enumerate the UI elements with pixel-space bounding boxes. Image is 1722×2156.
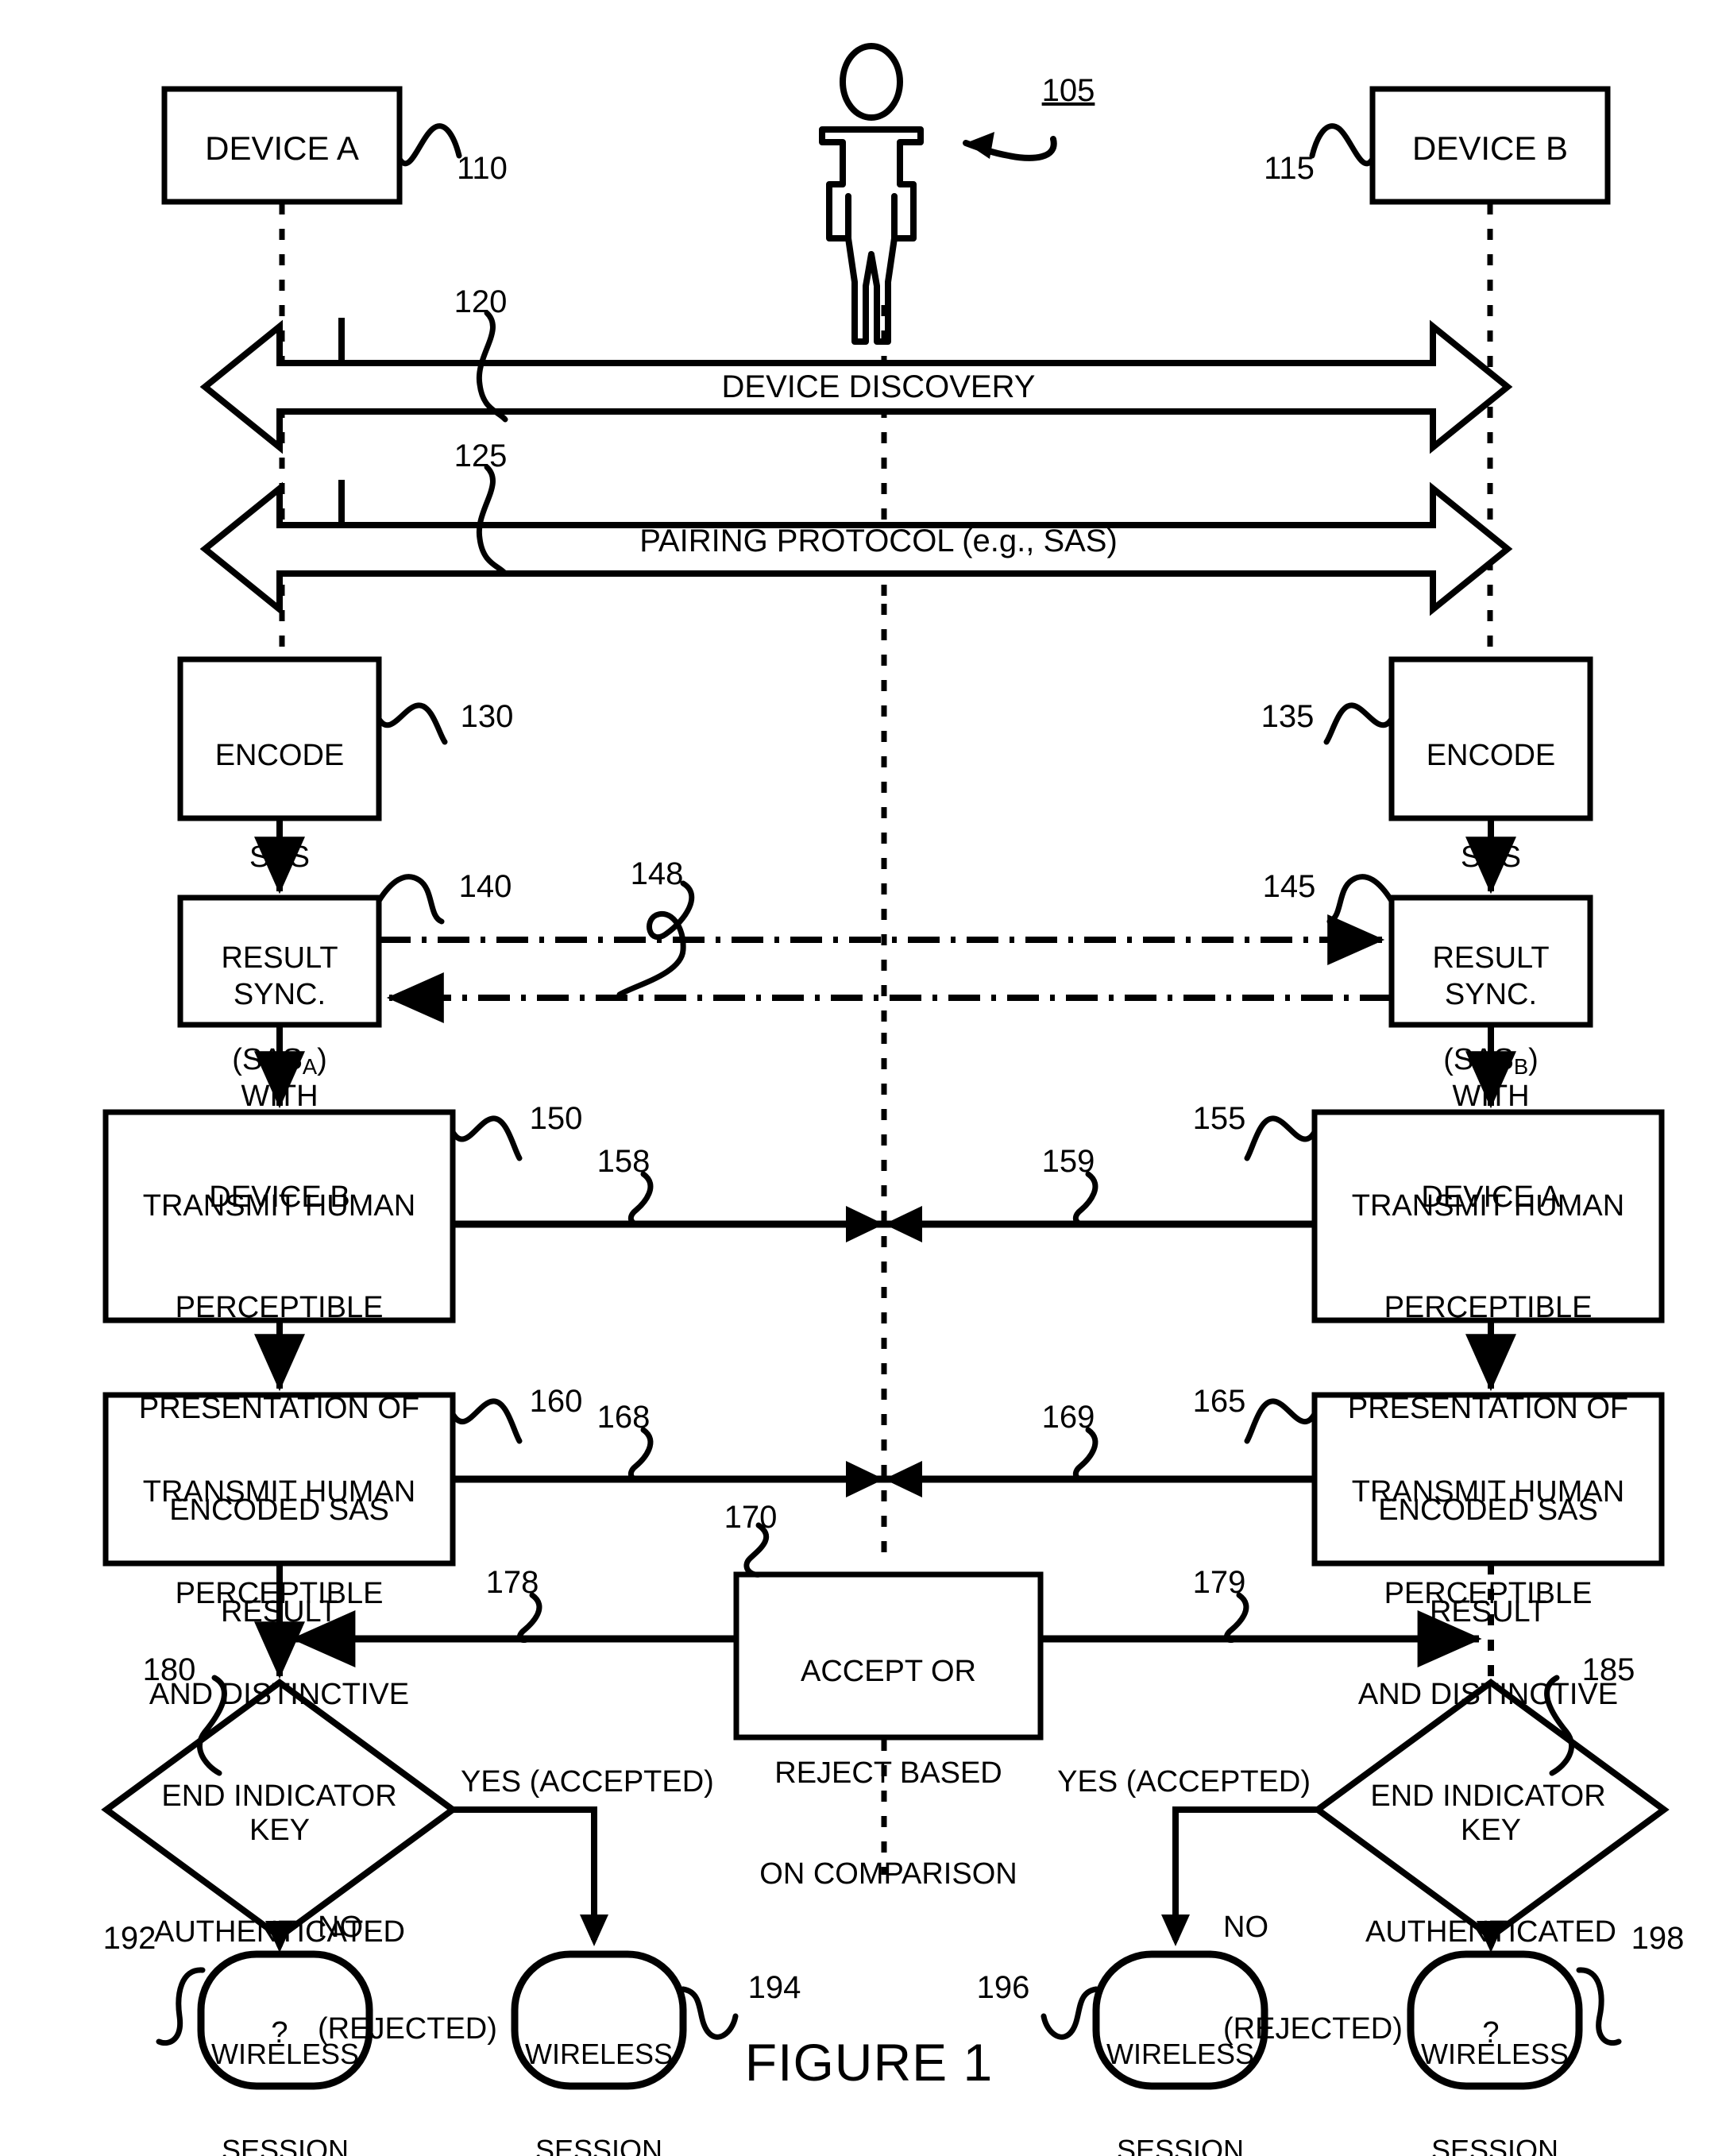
sync-a-line2: WITH bbox=[1452, 1079, 1530, 1113]
right-no-line1: NO bbox=[1223, 1911, 1268, 1945]
ref-155: 155 bbox=[1192, 1101, 1246, 1136]
oval-insecure-a-line2: SESSION bbox=[221, 2133, 349, 2156]
encode-sas-b-line1: ENCODE bbox=[1426, 739, 1556, 773]
accept-reject-text: ACCEPT OR REJECT BASED ON COMPARISON bbox=[736, 1587, 1041, 1959]
transmit-end-b-line1: TRANSMIT HUMAN bbox=[1351, 1475, 1625, 1509]
oval-secure-a-line1: WIRELESS bbox=[524, 2037, 674, 2070]
oval-insecure-b-line2: SESSION bbox=[1430, 2133, 1559, 2156]
ref-196: 196 bbox=[976, 1970, 1030, 2005]
ref-185: 185 bbox=[1581, 1652, 1635, 1687]
lead-line-179 bbox=[1223, 1592, 1249, 1644]
transmit-end-a-line1: TRANSMIT HUMAN bbox=[142, 1475, 416, 1509]
transmit-end-a-line2: PERCEPTIBLE bbox=[175, 1576, 384, 1610]
ref-140: 140 bbox=[458, 869, 512, 904]
ref-130: 130 bbox=[460, 699, 514, 734]
left-yes-label: YES (ACCEPTED) bbox=[461, 1765, 714, 1799]
ref-158: 158 bbox=[597, 1144, 651, 1179]
lead-line-196 bbox=[1041, 1986, 1099, 2040]
sync-a-line1: SYNC. bbox=[1444, 978, 1538, 1012]
encode-sas-a-line2: SAS bbox=[249, 840, 311, 874]
lead-line-135 bbox=[1323, 702, 1395, 745]
device-discovery-label: DEVICE DISCOVERY bbox=[721, 369, 1036, 404]
ref-105: 105 bbox=[1041, 73, 1095, 108]
ref-135: 135 bbox=[1261, 699, 1315, 734]
lead-line-155 bbox=[1244, 1115, 1318, 1161]
lead-line-168 bbox=[627, 1427, 654, 1482]
oval-insecure-b-text: WIRELESS SESSION INSECURE bbox=[1411, 1974, 1579, 2156]
oval-secure-a-line2: SESSION bbox=[535, 2133, 663, 2156]
oval-insecure-b-line1: WIRELESS bbox=[1420, 2037, 1569, 2070]
pairing-protocol-label: PAIRING PROTOCOL (e.g., SAS) bbox=[639, 524, 1118, 558]
lead-line-130 bbox=[376, 702, 448, 745]
encode-sas-a-line1: ENCODE bbox=[214, 739, 345, 773]
lead-line-178 bbox=[516, 1592, 542, 1644]
device-a-label: DEVICE A bbox=[205, 129, 359, 167]
ref-110: 110 bbox=[457, 151, 508, 186]
ref-192: 192 bbox=[102, 1921, 156, 1956]
ref-115: 115 bbox=[1264, 151, 1315, 186]
figure-title: FIGURE 1 bbox=[744, 2033, 994, 2092]
sync-b-line2: WITH bbox=[241, 1079, 319, 1113]
oval-insecure-a-text: WIRELESS SESSION INSECURE bbox=[201, 1974, 369, 2156]
sync-b-line1: SYNC. bbox=[233, 978, 326, 1012]
ref-165: 165 bbox=[1192, 1384, 1246, 1419]
transmit-sas-b-line2: PERCEPTIBLE bbox=[1384, 1290, 1593, 1324]
device-b-label: DEVICE B bbox=[1411, 129, 1569, 167]
accept-reject-line3: ON COMPARISON bbox=[759, 1857, 1017, 1891]
ref-194: 194 bbox=[747, 1970, 801, 2005]
ref-179: 179 bbox=[1192, 1565, 1246, 1600]
ref-168: 168 bbox=[597, 1400, 651, 1435]
lead-line-159 bbox=[1072, 1171, 1098, 1227]
lead-line-150 bbox=[450, 1115, 523, 1161]
ref-120: 120 bbox=[454, 284, 508, 319]
lead-line-140 bbox=[376, 874, 445, 925]
ref-159: 159 bbox=[1041, 1144, 1095, 1179]
oval-secure-b-text: WIRELESS SESSION SECURE bbox=[1096, 1974, 1264, 2156]
transmit-sas-a-line2: PERCEPTIBLE bbox=[175, 1290, 384, 1324]
lead-line-169 bbox=[1072, 1427, 1098, 1482]
right-yes-label: YES (ACCEPTED) bbox=[1057, 1765, 1311, 1799]
oval-secure-b-line2: SESSION bbox=[1116, 2133, 1245, 2156]
accept-reject-line1: ACCEPT OR bbox=[800, 1655, 976, 1689]
transmit-sas-a-line1: TRANSMIT HUMAN bbox=[142, 1189, 416, 1223]
human-figure-icon bbox=[819, 43, 924, 345]
lead-line-145 bbox=[1326, 874, 1395, 925]
ref-150: 150 bbox=[529, 1101, 583, 1136]
ref-180: 180 bbox=[142, 1652, 196, 1687]
transmit-end-b-line2: PERCEPTIBLE bbox=[1384, 1576, 1593, 1610]
oval-secure-b-line1: WIRELESS bbox=[1106, 2037, 1255, 2070]
ref-145: 145 bbox=[1262, 869, 1316, 904]
transmit-sas-b-line1: TRANSMIT HUMAN bbox=[1351, 1189, 1625, 1223]
oval-secure-a-text: WIRELESS SESSION SECURE bbox=[515, 1974, 683, 2156]
ref-198: 198 bbox=[1631, 1921, 1685, 1956]
lead-line-160 bbox=[450, 1398, 523, 1444]
lead-line-158 bbox=[627, 1171, 654, 1227]
ref-170: 170 bbox=[724, 1500, 778, 1535]
accept-reject-line2: REJECT BASED bbox=[774, 1756, 1002, 1790]
oval-insecure-a-line1: WIRELESS bbox=[210, 2037, 360, 2070]
lead-line-194 bbox=[680, 1986, 739, 2040]
ref-125: 125 bbox=[454, 439, 508, 473]
ref-178: 178 bbox=[485, 1565, 539, 1600]
left-no-line1: NO bbox=[318, 1911, 363, 1945]
patent-figure-1: DEVICE A 110 DEVICE B 115 105 DEVICE DIS… bbox=[0, 0, 1722, 2156]
ref-169: 169 bbox=[1041, 1400, 1095, 1435]
ref-148: 148 bbox=[630, 856, 684, 891]
encode-sas-b-line2: SAS bbox=[1460, 840, 1522, 874]
lead-line-165 bbox=[1244, 1398, 1318, 1444]
ref-160: 160 bbox=[529, 1384, 583, 1419]
